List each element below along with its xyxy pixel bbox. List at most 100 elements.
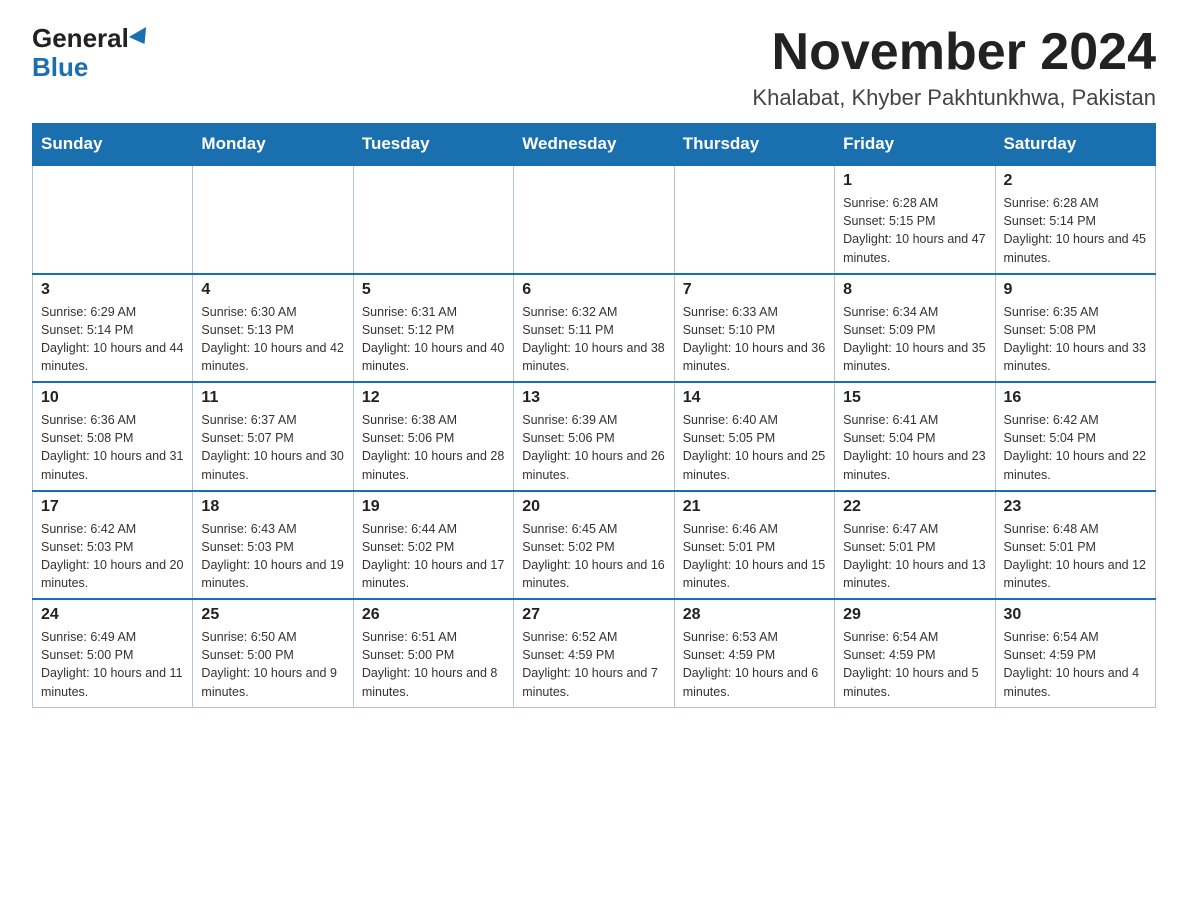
day-number: 22 <box>843 498 986 516</box>
day-number: 21 <box>683 498 826 516</box>
day-info: Sunrise: 6:43 AMSunset: 5:03 PMDaylight:… <box>201 520 344 593</box>
header-monday: Monday <box>193 124 353 166</box>
table-row: 28 Sunrise: 6:53 AMSunset: 4:59 PMDayligh… <box>674 599 834 707</box>
table-row: 15 Sunrise: 6:41 AMSunset: 5:04 PMDayligh… <box>835 382 995 491</box>
day-number: 25 <box>201 606 344 624</box>
table-row: 23 Sunrise: 6:48 AMSunset: 5:01 PMDayligh… <box>995 491 1155 600</box>
table-row: 24Sunrise: 6:49 AMSunset: 5:00 PMDayligh… <box>33 599 193 707</box>
day-info: Sunrise: 6:36 AMSunset: 5:08 PMDaylight:… <box>41 411 184 484</box>
day-info: Sunrise: 6:48 AMSunset: 5:01 PMDaylight:… <box>1004 520 1147 593</box>
day-number: 15 <box>843 389 986 407</box>
table-row <box>33 165 193 274</box>
day-info: Sunrise: 6:45 AMSunset: 5:02 PMDaylight:… <box>522 520 665 593</box>
table-row: 29Sunrise: 6:54 AMSunset: 4:59 PMDayligh… <box>835 599 995 707</box>
table-row: 27 Sunrise: 6:52 AMSunset: 4:59 PMDayligh… <box>514 599 674 707</box>
table-row: 10Sunrise: 6:36 AMSunset: 5:08 PMDayligh… <box>33 382 193 491</box>
logo-general: General <box>32 24 129 53</box>
weekday-header-row: Sunday Monday Tuesday Wednesday Thursday… <box>33 124 1156 166</box>
table-row: 8 Sunrise: 6:34 AMSunset: 5:09 PMDaylight… <box>835 274 995 383</box>
day-number: 4 <box>201 281 344 299</box>
week-row-4: 17 Sunrise: 6:42 AMSunset: 5:03 PMDayligh… <box>33 491 1156 600</box>
table-row: 16Sunrise: 6:42 AMSunset: 5:04 PMDayligh… <box>995 382 1155 491</box>
day-number: 28 <box>683 606 826 624</box>
day-number: 12 <box>362 389 505 407</box>
day-info: Sunrise: 6:52 AMSunset: 4:59 PMDaylight:… <box>522 628 665 701</box>
table-row: 11Sunrise: 6:37 AMSunset: 5:07 PMDayligh… <box>193 382 353 491</box>
calendar-table: Sunday Monday Tuesday Wednesday Thursday… <box>32 123 1156 708</box>
day-number: 19 <box>362 498 505 516</box>
table-row: 30 Sunrise: 6:54 AMSunset: 4:59 PMDayligh… <box>995 599 1155 707</box>
table-row <box>514 165 674 274</box>
day-number: 29 <box>843 606 986 624</box>
day-info: Sunrise: 6:44 AMSunset: 5:02 PMDaylight:… <box>362 520 505 593</box>
table-row <box>193 165 353 274</box>
day-number: 2 <box>1004 172 1147 190</box>
table-row: 19 Sunrise: 6:44 AMSunset: 5:02 PMDayligh… <box>353 491 513 600</box>
table-row: 4 Sunrise: 6:30 AMSunset: 5:13 PMDaylight… <box>193 274 353 383</box>
calendar-title: November 2024 <box>752 24 1156 81</box>
day-number: 7 <box>683 281 826 299</box>
day-number: 1 <box>843 172 986 190</box>
day-info: Sunrise: 6:33 AMSunset: 5:10 PMDaylight:… <box>683 303 826 376</box>
day-info: Sunrise: 6:31 AMSunset: 5:12 PMDaylight:… <box>362 303 505 376</box>
table-row <box>353 165 513 274</box>
table-row: 14 Sunrise: 6:40 AMSunset: 5:05 PMDayligh… <box>674 382 834 491</box>
day-number: 8 <box>843 281 986 299</box>
week-row-1: 1Sunrise: 6:28 AMSunset: 5:15 PMDaylight… <box>33 165 1156 274</box>
day-number: 6 <box>522 281 665 299</box>
table-row: 2 Sunrise: 6:28 AMSunset: 5:14 PMDaylight… <box>995 165 1155 274</box>
header-friday: Friday <box>835 124 995 166</box>
week-row-2: 3Sunrise: 6:29 AMSunset: 5:14 PMDaylight… <box>33 274 1156 383</box>
day-number: 18 <box>201 498 344 516</box>
table-row: 21 Sunrise: 6:46 AMSunset: 5:01 PMDayligh… <box>674 491 834 600</box>
table-row: 3Sunrise: 6:29 AMSunset: 5:14 PMDaylight… <box>33 274 193 383</box>
header-sunday: Sunday <box>33 124 193 166</box>
table-row: 9 Sunrise: 6:35 AMSunset: 5:08 PMDaylight… <box>995 274 1155 383</box>
day-number: 24 <box>41 606 184 624</box>
day-number: 26 <box>362 606 505 624</box>
table-row: 5Sunrise: 6:31 AMSunset: 5:12 PMDaylight… <box>353 274 513 383</box>
day-number: 30 <box>1004 606 1147 624</box>
title-block: November 2024 Khalabat, Khyber Pakhtunkh… <box>752 24 1156 111</box>
day-info: Sunrise: 6:51 AMSunset: 5:00 PMDaylight:… <box>362 628 505 701</box>
day-info: Sunrise: 6:47 AMSunset: 5:01 PMDaylight:… <box>843 520 986 593</box>
day-number: 20 <box>522 498 665 516</box>
week-row-5: 24Sunrise: 6:49 AMSunset: 5:00 PMDayligh… <box>33 599 1156 707</box>
day-number: 17 <box>41 498 184 516</box>
day-info: Sunrise: 6:42 AMSunset: 5:04 PMDaylight:… <box>1004 411 1147 484</box>
logo-blue: Blue <box>32 53 88 82</box>
week-row-3: 10Sunrise: 6:36 AMSunset: 5:08 PMDayligh… <box>33 382 1156 491</box>
calendar-subtitle: Khalabat, Khyber Pakhtunkhwa, Pakistan <box>752 85 1156 111</box>
header-thursday: Thursday <box>674 124 834 166</box>
day-info: Sunrise: 6:35 AMSunset: 5:08 PMDaylight:… <box>1004 303 1147 376</box>
table-row <box>674 165 834 274</box>
day-info: Sunrise: 6:46 AMSunset: 5:01 PMDaylight:… <box>683 520 826 593</box>
header-saturday: Saturday <box>995 124 1155 166</box>
day-info: Sunrise: 6:41 AMSunset: 5:04 PMDaylight:… <box>843 411 986 484</box>
day-info: Sunrise: 6:39 AMSunset: 5:06 PMDaylight:… <box>522 411 665 484</box>
day-info: Sunrise: 6:40 AMSunset: 5:05 PMDaylight:… <box>683 411 826 484</box>
day-info: Sunrise: 6:34 AMSunset: 5:09 PMDaylight:… <box>843 303 986 376</box>
day-info: Sunrise: 6:32 AMSunset: 5:11 PMDaylight:… <box>522 303 665 376</box>
table-row: 18 Sunrise: 6:43 AMSunset: 5:03 PMDayligh… <box>193 491 353 600</box>
table-row: 26 Sunrise: 6:51 AMSunset: 5:00 PMDayligh… <box>353 599 513 707</box>
day-info: Sunrise: 6:29 AMSunset: 5:14 PMDaylight:… <box>41 303 184 376</box>
day-info: Sunrise: 6:53 AMSunset: 4:59 PMDaylight:… <box>683 628 826 701</box>
table-row: 22 Sunrise: 6:47 AMSunset: 5:01 PMDayligh… <box>835 491 995 600</box>
table-row: 6 Sunrise: 6:32 AMSunset: 5:11 PMDaylight… <box>514 274 674 383</box>
day-info: Sunrise: 6:42 AMSunset: 5:03 PMDaylight:… <box>41 520 184 593</box>
day-number: 14 <box>683 389 826 407</box>
table-row: 12Sunrise: 6:38 AMSunset: 5:06 PMDayligh… <box>353 382 513 491</box>
day-number: 13 <box>522 389 665 407</box>
day-number: 9 <box>1004 281 1147 299</box>
page-header: General Blue November 2024 Khalabat, Khy… <box>32 24 1156 111</box>
header-wednesday: Wednesday <box>514 124 674 166</box>
day-info: Sunrise: 6:28 AMSunset: 5:14 PMDaylight:… <box>1004 194 1147 267</box>
day-info: Sunrise: 6:54 AMSunset: 4:59 PMDaylight:… <box>1004 628 1147 701</box>
logo: General Blue <box>32 24 151 81</box>
day-number: 23 <box>1004 498 1147 516</box>
day-number: 27 <box>522 606 665 624</box>
day-info: Sunrise: 6:30 AMSunset: 5:13 PMDaylight:… <box>201 303 344 376</box>
day-info: Sunrise: 6:37 AMSunset: 5:07 PMDaylight:… <box>201 411 344 484</box>
day-info: Sunrise: 6:50 AMSunset: 5:00 PMDaylight:… <box>201 628 344 701</box>
